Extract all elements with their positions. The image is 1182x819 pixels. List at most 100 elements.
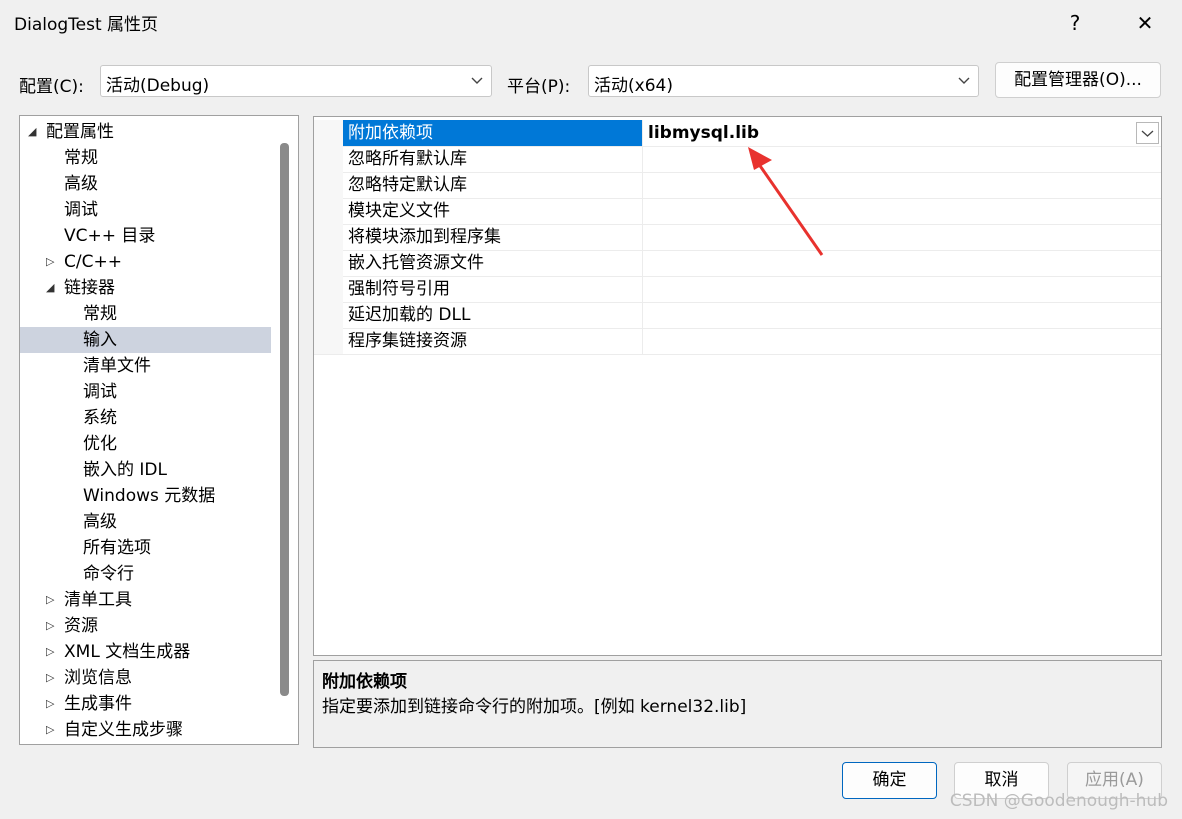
tree-item-label: XML 文档生成器 xyxy=(64,642,191,662)
property-name[interactable]: 延迟加载的 DLL xyxy=(343,302,642,328)
property-row[interactable]: 模块定义文件 xyxy=(314,198,1161,225)
triangle-right-icon[interactable]: ▷ xyxy=(46,639,54,665)
property-row[interactable]: 忽略特定默认库 xyxy=(314,172,1161,199)
tree-item-label: Windows 元数据 xyxy=(83,486,216,506)
tree-item[interactable]: ▷ 清单工具 xyxy=(20,587,271,613)
tree-item-label: 资源 xyxy=(64,616,98,636)
tree-item[interactable]: 输入 xyxy=(20,327,271,353)
property-value[interactable]: libmysql.lib xyxy=(642,120,1161,146)
tree-item-label: C/C++ xyxy=(64,252,122,272)
triangle-down-icon[interactable]: ◢ xyxy=(46,275,54,301)
tree-item[interactable]: ▷ 资源 xyxy=(20,613,271,639)
tree-item-label: 输入 xyxy=(83,330,117,350)
triangle-right-icon[interactable]: ▷ xyxy=(46,717,54,743)
tree-item-label: VC++ 目录 xyxy=(64,226,156,246)
property-row[interactable]: 强制符号引用 xyxy=(314,276,1161,303)
chevron-down-icon xyxy=(471,77,483,84)
tree-item[interactable]: ▷ 生成事件 xyxy=(20,691,271,717)
tree-item-label: 高级 xyxy=(83,512,117,532)
tree-item[interactable]: 调试 xyxy=(20,379,271,405)
tree-item[interactable]: ▷ 自定义生成步骤 xyxy=(20,717,271,743)
row-gutter xyxy=(314,302,343,328)
close-button[interactable]: ✕ xyxy=(1122,6,1168,40)
tree-item-label: 系统 xyxy=(83,408,117,428)
value-dropdown-button[interactable] xyxy=(1136,122,1159,144)
tree-item-label: 高级 xyxy=(64,174,98,194)
property-name[interactable]: 程序集链接资源 xyxy=(343,328,642,354)
property-value[interactable] xyxy=(642,250,1161,276)
tree-item[interactable]: 调试 xyxy=(20,197,271,223)
tree-item[interactable]: VC++ 目录 xyxy=(20,223,271,249)
row-gutter xyxy=(314,120,343,146)
property-grid[interactable]: 附加依赖项 libmysql.lib 忽略所有默认库 忽略特定默认库 模块定义文件 将模块… xyxy=(313,116,1162,656)
platform-label: 平台(P): xyxy=(507,77,571,97)
tree-scrollbar[interactable] xyxy=(280,143,289,696)
category-tree[interactable]: ◢ 配置属性 常规 高级 调试 VC++ 目录 ▷ C/C++ ◢ 链接器 常规 输入 清单文件 调试 系统… xyxy=(19,115,299,745)
config-combo[interactable]: 活动(Debug) xyxy=(100,65,492,97)
property-name[interactable]: 附加依赖项 xyxy=(343,120,642,146)
tree-item-label: 优化 xyxy=(83,434,117,454)
property-name[interactable]: 忽略特定默认库 xyxy=(343,172,642,198)
property-row[interactable]: 延迟加载的 DLL xyxy=(314,302,1161,329)
triangle-right-icon[interactable]: ▷ xyxy=(46,249,54,275)
tree-item[interactable]: 常规 xyxy=(20,145,271,171)
property-value[interactable] xyxy=(642,276,1161,302)
triangle-down-icon[interactable]: ◢ xyxy=(28,119,36,145)
chevron-down-icon xyxy=(958,77,970,84)
tree-item[interactable]: 嵌入的 IDL xyxy=(20,457,271,483)
tree-item[interactable]: ▷ C/C++ xyxy=(20,249,271,275)
config-value: 活动(Debug) xyxy=(106,76,210,96)
triangle-right-icon[interactable]: ▷ xyxy=(46,613,54,639)
property-row[interactable]: 忽略所有默认库 xyxy=(314,146,1161,173)
property-value[interactable] xyxy=(642,146,1161,172)
tree-item[interactable]: ◢ 链接器 xyxy=(20,275,271,301)
tree-item[interactable]: 清单文件 xyxy=(20,353,271,379)
tree-item[interactable]: 高级 xyxy=(20,509,271,535)
property-value[interactable] xyxy=(642,198,1161,224)
tree-item[interactable]: 命令行 xyxy=(20,561,271,587)
property-value[interactable] xyxy=(642,302,1161,328)
tree-item[interactable]: 常规 xyxy=(20,301,271,327)
ok-button[interactable]: 确定 xyxy=(842,762,937,799)
annotation-arrow xyxy=(748,147,824,256)
tree-item[interactable]: 高级 xyxy=(20,171,271,197)
tree-item-label: 常规 xyxy=(83,304,117,324)
tree-item-label: 配置属性 xyxy=(46,122,114,142)
tree-item[interactable]: ▷ XML 文档生成器 xyxy=(20,639,271,665)
property-name[interactable]: 将模块添加到程序集 xyxy=(343,224,642,250)
tree-item[interactable]: 优化 xyxy=(20,431,271,457)
tree-item[interactable]: ▷ 浏览信息 xyxy=(20,665,271,691)
property-value[interactable] xyxy=(642,172,1161,198)
property-name[interactable]: 忽略所有默认库 xyxy=(343,146,642,172)
tree-item-label: 命令行 xyxy=(83,564,134,584)
property-row[interactable]: 将模块添加到程序集 xyxy=(314,224,1161,251)
config-manager-button[interactable]: 配置管理器(O)... xyxy=(995,62,1161,98)
chevron-down-icon xyxy=(1141,130,1154,137)
row-gutter xyxy=(314,328,343,354)
property-row[interactable]: 嵌入托管资源文件 xyxy=(314,250,1161,277)
tree-item-label: 调试 xyxy=(64,200,98,220)
property-value[interactable] xyxy=(642,224,1161,250)
property-name[interactable]: 模块定义文件 xyxy=(343,198,642,224)
row-gutter xyxy=(314,276,343,302)
property-row[interactable]: 程序集链接资源 xyxy=(314,328,1161,355)
description-heading: 附加依赖项 xyxy=(322,672,407,692)
property-row[interactable]: 附加依赖项 libmysql.lib xyxy=(314,120,1161,147)
config-label: 配置(C): xyxy=(19,77,84,97)
tree-item[interactable]: 所有选项 xyxy=(20,535,271,561)
triangle-right-icon[interactable]: ▷ xyxy=(46,587,54,613)
tree-item-label: 浏览信息 xyxy=(64,668,132,688)
tree-item[interactable]: 系统 xyxy=(20,405,271,431)
triangle-right-icon[interactable]: ▷ xyxy=(46,691,54,717)
tree-item[interactable]: ◢ 配置属性 xyxy=(20,119,271,145)
platform-combo[interactable]: 活动(x64) xyxy=(588,65,979,97)
triangle-right-icon[interactable]: ▷ xyxy=(46,665,54,691)
row-gutter xyxy=(314,250,343,276)
property-name[interactable]: 嵌入托管资源文件 xyxy=(343,250,642,276)
tree-item[interactable]: Windows 元数据 xyxy=(20,483,271,509)
tree-item-label: 所有选项 xyxy=(83,538,151,558)
help-button[interactable]: ? xyxy=(1052,6,1098,40)
tree-item-label: 自定义生成步骤 xyxy=(64,720,183,740)
property-name[interactable]: 强制符号引用 xyxy=(343,276,642,302)
property-value[interactable] xyxy=(642,328,1161,354)
